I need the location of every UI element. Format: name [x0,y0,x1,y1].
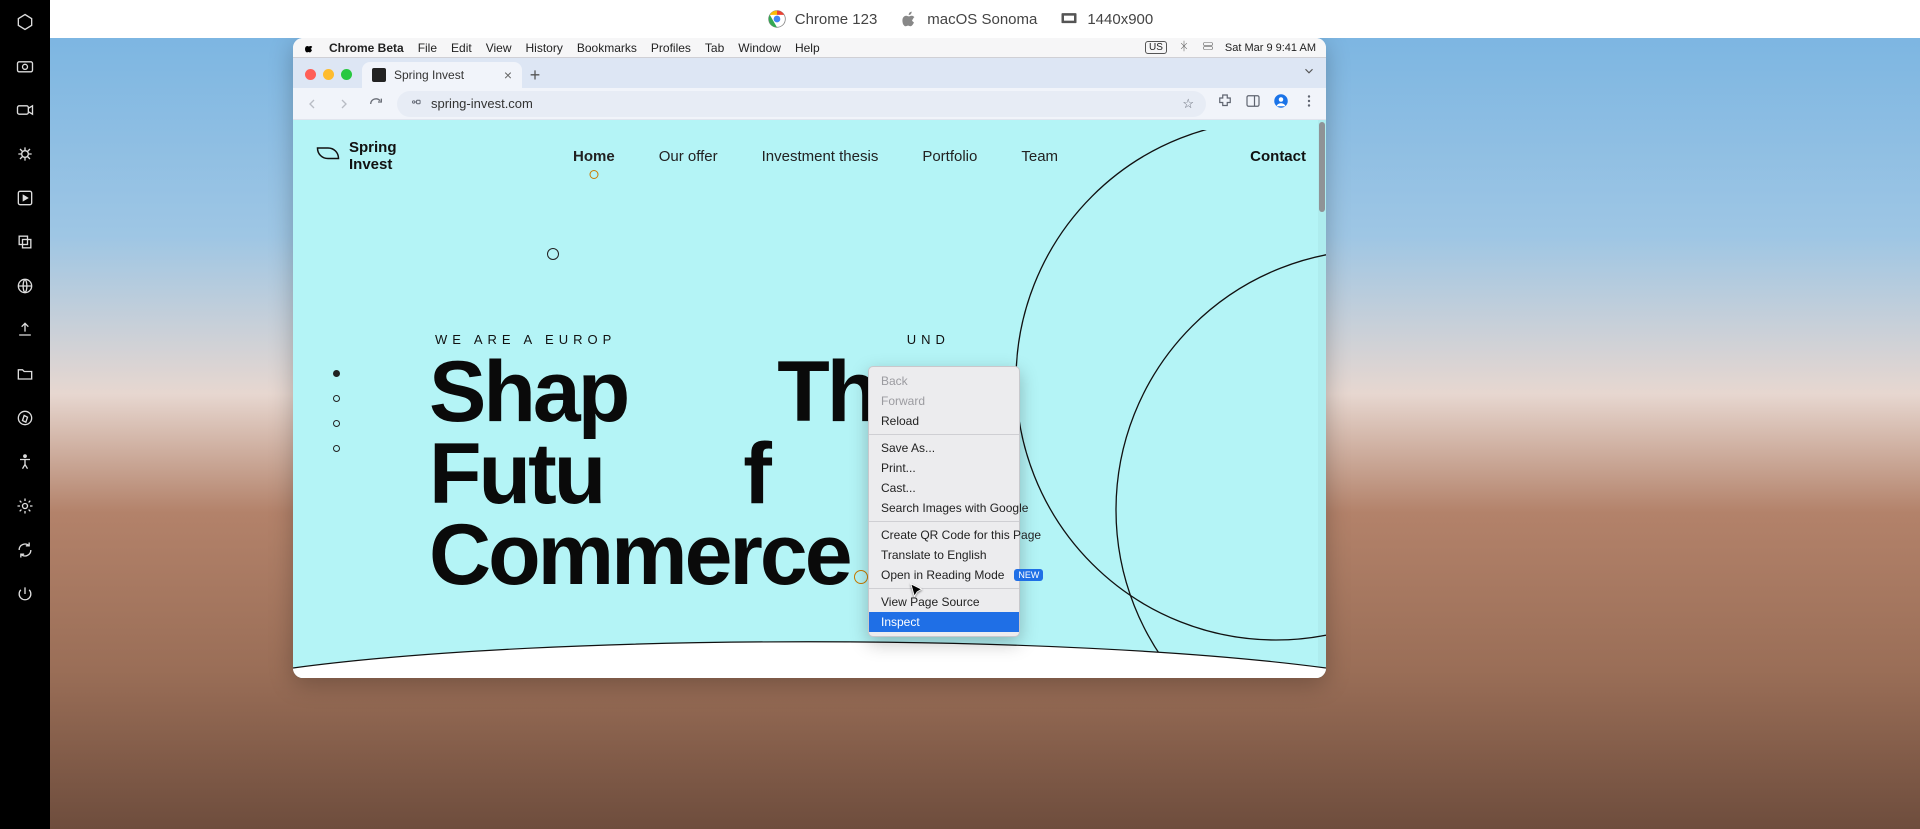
chrome-icon [767,9,787,29]
menu-file[interactable]: File [418,41,437,55]
ctx-forward: Forward [869,391,1019,411]
launcher-macos-label: macOS Sonoma [927,11,1037,28]
launcher-chrome: Chrome 123 [767,9,878,29]
folder-icon[interactable] [13,362,37,386]
video-icon[interactable] [13,98,37,122]
app-sidebar [0,0,50,829]
menubar-clock[interactable]: Sat Mar 9 9:41 AM [1225,42,1316,54]
layers-icon[interactable] [13,230,37,254]
camera-icon[interactable] [13,54,37,78]
ctx-qr-code[interactable]: Create QR Code for this Page [869,525,1019,545]
window-controls [305,69,352,80]
ctx-reload[interactable]: Reload [869,411,1019,431]
settings-icon[interactable] [13,494,37,518]
menu-edit[interactable]: Edit [451,41,472,55]
wave-decoration [293,628,1326,678]
bug-icon[interactable] [13,142,37,166]
brand-line1: Spring [349,139,397,156]
forward-button[interactable] [333,93,355,115]
section-dot-4[interactable] [333,445,340,452]
close-window-button[interactable] [305,69,316,80]
menu-window[interactable]: Window [738,41,781,55]
page-viewport[interactable]: SpringInvest Home Our offer Investment t… [293,120,1326,678]
upload-icon[interactable] [13,318,37,342]
menu-view[interactable]: View [486,41,512,55]
bluetooth-off-icon[interactable] [1177,39,1191,56]
magnifier-decoration-icon [547,248,559,260]
launcher-chrome-label: Chrome 123 [795,11,878,28]
ctx-reading-mode[interactable]: Open in Reading ModeNEW [869,565,1019,585]
tab-favicon [372,68,386,82]
refresh-icon[interactable] [13,538,37,562]
ctx-translate[interactable]: Translate to English [869,545,1019,565]
section-dot-2[interactable] [333,395,340,402]
toolbar: spring-invest.com ☆ [293,88,1326,120]
context-menu: Back Forward Reload Save As... Print... … [868,366,1020,637]
hero-headline: ShapThe Futuf Commerce [429,352,921,597]
input-source-indicator[interactable]: US [1145,41,1167,54]
profile-avatar-icon[interactable] [1272,92,1290,115]
reload-button[interactable] [365,93,387,115]
launcher-bar: Chrome 123 macOS Sonoma 1440x900 [0,0,1920,38]
nav-offer[interactable]: Our offer [659,148,718,165]
globe-icon[interactable] [13,274,37,298]
nav-thesis[interactable]: Investment thesis [762,148,879,165]
chrome-menu-icon[interactable] [1300,92,1318,115]
leaf-logo-icon [313,142,343,172]
extensions-icon[interactable] [1216,92,1234,115]
back-button[interactable] [301,93,323,115]
ctx-search-images[interactable]: Search Images with Google [869,498,1019,518]
brand-line2: Invest [349,156,392,173]
new-badge: NEW [1014,569,1043,581]
menu-app-name[interactable]: Chrome Beta [329,41,404,55]
new-tab-button[interactable]: + [522,62,548,88]
zoom-window-button[interactable] [341,69,352,80]
side-panel-icon[interactable] [1244,92,1262,115]
ctx-print[interactable]: Print... [869,458,1019,478]
ctx-back: Back [869,371,1019,391]
launcher-resolution: 1440x900 [1059,9,1153,29]
menu-help[interactable]: Help [795,41,820,55]
menu-tab[interactable]: Tab [705,41,724,55]
tab-strip: Spring Invest × + [293,58,1326,88]
nav-home[interactable]: Home [573,148,615,165]
headline-orb-icon [854,570,868,584]
ctx-cast[interactable]: Cast... [869,478,1019,498]
tab-close-button[interactable]: × [504,67,512,83]
logo-icon[interactable] [13,10,37,34]
mac-menubar: Chrome Beta File Edit View History Bookm… [293,38,1326,58]
accessibility-icon[interactable] [13,450,37,474]
browser-tab[interactable]: Spring Invest × [362,62,522,88]
tab-title: Spring Invest [394,68,464,82]
site-info-icon[interactable] [409,95,423,112]
ctx-view-source[interactable]: View Page Source [869,592,1019,612]
url-text: spring-invest.com [431,96,533,111]
chrome-window: Chrome Beta File Edit View History Bookm… [293,38,1326,678]
menu-bookmarks[interactable]: Bookmarks [577,41,637,55]
apple-icon [899,9,919,29]
section-dot-3[interactable] [333,420,340,427]
ctx-inspect[interactable]: Inspect [869,612,1019,632]
display-icon [1059,9,1079,29]
launcher-macos: macOS Sonoma [899,9,1037,29]
section-indicator [333,370,340,452]
cursor-pointer-icon [909,582,927,605]
bookmark-star-icon[interactable]: ☆ [1182,96,1194,112]
tab-overflow-button[interactable] [1302,64,1316,83]
menu-history[interactable]: History [526,41,563,55]
site-logo[interactable]: SpringInvest [313,140,397,173]
play-square-icon[interactable] [13,186,37,210]
minimize-window-button[interactable] [323,69,334,80]
menu-profiles[interactable]: Profiles [651,41,691,55]
power-icon[interactable] [13,582,37,606]
ctx-save-as[interactable]: Save As... [869,438,1019,458]
launcher-resolution-label: 1440x900 [1087,11,1153,28]
control-center-icon[interactable] [1201,39,1215,56]
apple-menu-icon[interactable] [303,42,315,54]
compass-icon[interactable] [13,406,37,430]
section-dot-1[interactable] [333,370,340,377]
address-bar[interactable]: spring-invest.com ☆ [397,91,1206,117]
